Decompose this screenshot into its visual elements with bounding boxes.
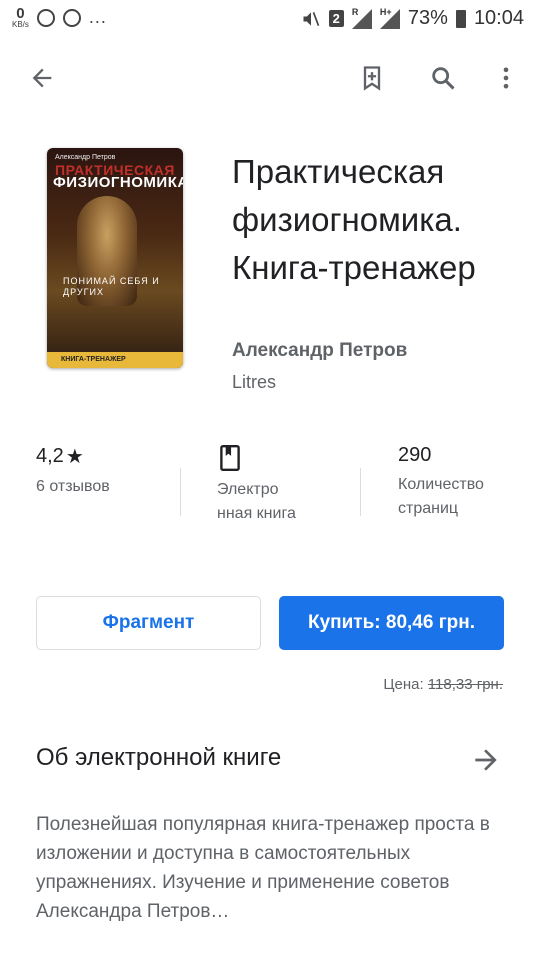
- signal-icon-1: R: [351, 6, 372, 29]
- about-description: Полезнейшая популярная книга-тренажер пр…: [36, 814, 490, 922]
- format-stat: Электро нная книга: [217, 444, 307, 526]
- search-button[interactable]: [423, 58, 463, 98]
- book-title: Практическая физиогномика. Книга-тренаже…: [232, 153, 476, 286]
- about-heading[interactable]: Об электронной книге: [36, 744, 281, 772]
- sample-button[interactable]: Фрагмент: [36, 596, 261, 650]
- cover-author: Александр Петров: [55, 154, 116, 161]
- book-publisher: Litres: [232, 372, 277, 392]
- network-speed-unit: KB/s: [12, 20, 29, 29]
- block-icon: [36, 8, 55, 27]
- more-notifications: ...: [88, 7, 107, 27]
- app-toolbar: [0, 50, 540, 106]
- cover-band-text: КНИГА-ТРЕНАЖЕР: [61, 356, 126, 363]
- status-right: 2 R H+ 73% 10:04: [301, 7, 524, 30]
- cover-title-line-2: ФИЗИОГНОМИКА: [53, 174, 183, 191]
- reviews-count: 6 отзывов: [36, 478, 110, 495]
- arrow-left-icon: [32, 68, 52, 88]
- overflow-menu-button[interactable]: [486, 58, 526, 98]
- network-type-h: H+: [379, 6, 392, 17]
- back-button[interactable]: [22, 58, 62, 98]
- book-author-link[interactable]: Александр Петров: [232, 340, 407, 362]
- rating-value-row: 4,2 ★: [36, 444, 110, 469]
- ebook-icon: [220, 444, 240, 472]
- rating-value: 4,2: [36, 445, 64, 467]
- status-bar: 0 KB/s ... 2 R H+ 73% 10:04: [0, 0, 540, 38]
- cover-band: КНИГА-ТРЕНАЖЕР: [47, 352, 183, 368]
- book-cover[interactable]: Александр Петров ПРАКТИЧЕСКАЯ ФИЗИОГНОМИ…: [47, 148, 183, 368]
- search-icon: [432, 67, 455, 90]
- price-label: Цена:: [383, 676, 424, 693]
- mute-icon: [303, 11, 319, 26]
- sim-badge: 2: [328, 10, 344, 27]
- network-type-r: R: [351, 6, 359, 17]
- original-price: Цена: 118,33 грн.: [383, 676, 503, 693]
- stats-divider-1: [180, 468, 181, 516]
- arrow-right-icon[interactable]: [470, 744, 502, 776]
- old-price: 118,33 грн.: [427, 676, 503, 693]
- buy-button[interactable]: Купить: 80,46 грн.: [279, 596, 504, 650]
- wishlist-button[interactable]: [352, 58, 392, 98]
- clock: 10:04: [473, 7, 524, 29]
- format-label: Электро нная книга: [217, 481, 296, 522]
- network-speed: 0 KB/s: [12, 6, 29, 29]
- more-vert-icon: [503, 67, 509, 89]
- stats-divider-2: [360, 468, 361, 516]
- star-icon: ★: [65, 446, 84, 468]
- network-speed-value: 0: [16, 5, 25, 22]
- pages-label: Количество страниц: [398, 476, 484, 517]
- pages-value: 290: [398, 444, 432, 466]
- battery-percent: 73%: [407, 7, 448, 29]
- rating-stat[interactable]: 4,2 ★ 6 отзывов: [36, 444, 110, 499]
- cover-tagline: ПОНИМАЙ СЕБЯ И ДРУГИХ: [63, 276, 160, 297]
- pages-stat: 290 Количество страниц: [398, 444, 518, 521]
- format-icon-row: [217, 444, 307, 472]
- battery-icon: [455, 9, 466, 28]
- bookmark-add-icon: [363, 66, 381, 91]
- sync-icon: [62, 8, 81, 27]
- signal-icon-2: H+: [379, 6, 400, 29]
- status-left: 0 KB/s ...: [12, 6, 107, 29]
